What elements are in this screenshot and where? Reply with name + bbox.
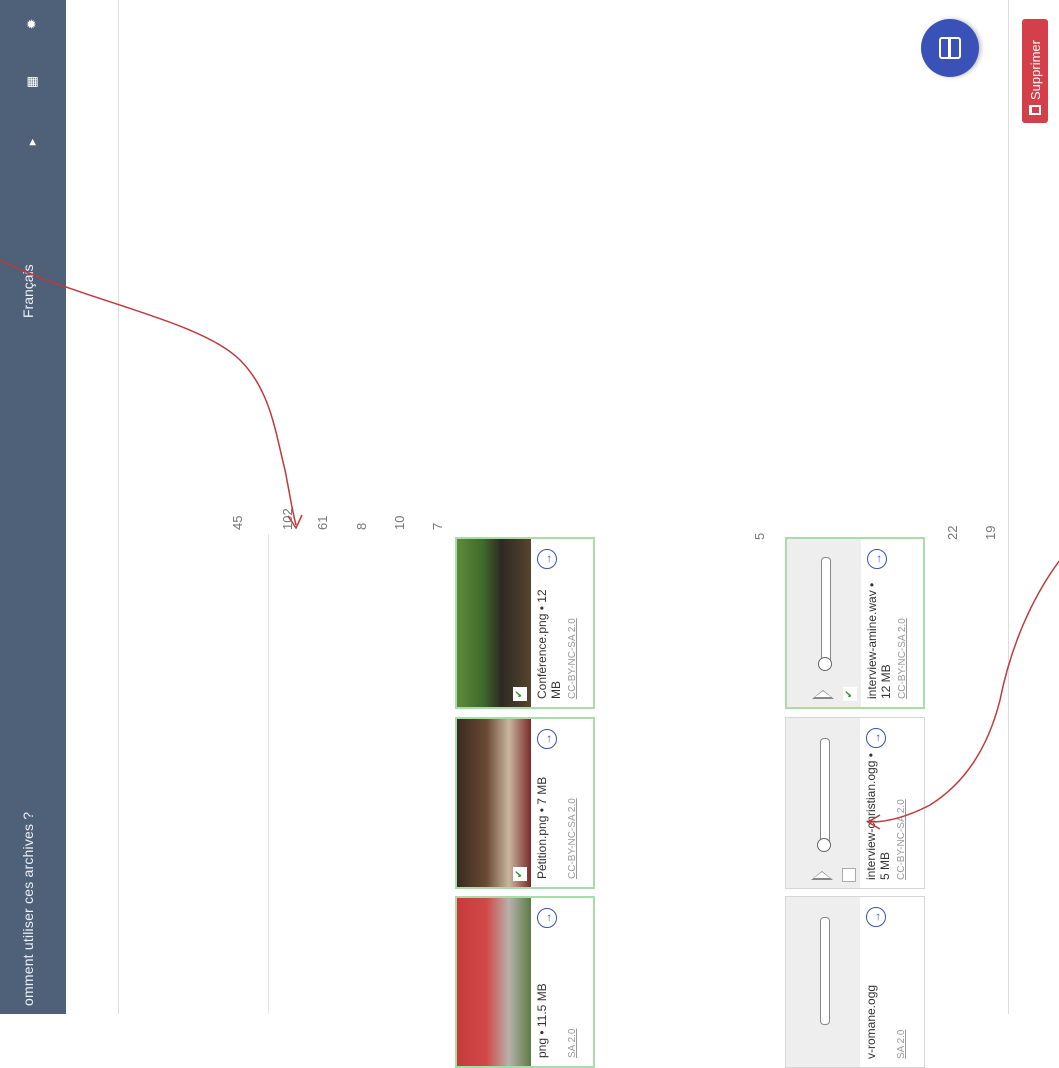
audio-progress-bar[interactable]	[820, 917, 830, 1025]
grid-icon[interactable]: ▦	[24, 74, 40, 90]
file-name: png • 11.5 MB	[535, 983, 549, 1058]
play-icon[interactable]	[812, 690, 834, 699]
language-selector[interactable]: Français	[20, 264, 36, 318]
license-link[interactable]: CC-BY-NC-SA 2.0	[567, 798, 578, 879]
image-card[interactable]: png • 11.5 MB SA 2.0 →	[455, 896, 595, 1068]
count-item: 61	[315, 515, 330, 530]
open-arrow-icon[interactable]: →	[867, 549, 887, 569]
checkbox[interactable]: ✔	[513, 867, 527, 881]
checkbox[interactable]: ✔	[513, 687, 527, 701]
panel-divider	[1008, 0, 1009, 1014]
trash-icon	[1029, 105, 1041, 115]
count-item: 22	[945, 525, 960, 540]
count-item: 7	[430, 522, 445, 530]
chevron-right-icon[interactable]: ▸	[24, 134, 40, 150]
layout-toggle-button[interactable]	[921, 19, 979, 77]
audio-card[interactable]: interview-christian.ogg • 5 MB CC-BY-NC-…	[785, 717, 925, 889]
layout-toggle-icon	[939, 37, 961, 59]
count-item: 45	[230, 515, 245, 530]
navbar: omment utiliser ces archives ? Français …	[0, 0, 66, 1014]
play-icon[interactable]	[811, 871, 833, 880]
license-link[interactable]: SA 2.0	[567, 1029, 578, 1058]
open-arrow-icon[interactable]: →	[537, 729, 557, 749]
count-item: 8	[354, 522, 369, 530]
panel-divider	[118, 0, 119, 1014]
audio-progress-knob[interactable]	[817, 838, 831, 852]
audio-card[interactable]: ✔ interview-amine.wav • 12 MB CC-BY-NC-S…	[785, 537, 925, 709]
audio-player[interactable]	[787, 539, 861, 707]
row-divider	[268, 534, 269, 1014]
help-link[interactable]: omment utiliser ces archives ?	[20, 812, 36, 1006]
image-card[interactable]: ✔ Pétition.png • 7 MB CC-BY-NC-SA 2.0 →	[455, 717, 595, 889]
audio-card[interactable]: v-romane.ogg SA 2.0 →	[785, 896, 925, 1068]
audio-progress-bar[interactable]	[821, 557, 831, 665]
thumbnail-image	[457, 898, 531, 1066]
count-item: 19	[983, 525, 998, 540]
file-name: Conférence.png • 12 MB	[535, 589, 563, 699]
checkbox[interactable]	[842, 868, 856, 882]
audio-player[interactable]	[786, 897, 860, 1067]
thumbnail-image	[457, 719, 531, 887]
thumbnail-image	[457, 539, 531, 707]
delete-label: Supprimer	[1027, 40, 1043, 100]
file-name: interview-christian.ogg • 5 MB	[864, 753, 892, 880]
count-item: 10	[392, 515, 407, 530]
open-arrow-icon[interactable]: →	[866, 907, 886, 927]
open-arrow-icon[interactable]: →	[866, 728, 886, 748]
license-link[interactable]: CC-BY-NC-SA 2.0	[567, 618, 578, 699]
count-item: 5	[752, 532, 767, 540]
image-card[interactable]: ✔ Conférence.png • 12 MB CC-BY-NC-SA 2.0…	[455, 537, 595, 709]
license-link[interactable]: CC-BY-NC-SA 2.0	[896, 799, 907, 880]
license-link[interactable]: SA 2.0	[896, 1030, 907, 1059]
audio-progress-bar[interactable]	[820, 738, 830, 846]
audio-player[interactable]	[786, 718, 860, 888]
file-name: v-romane.ogg	[864, 984, 878, 1059]
checkbox[interactable]: ✔	[843, 687, 857, 701]
license-link[interactable]: CC-BY-NC-SA 2.0	[897, 618, 908, 699]
gear-icon[interactable]: ✹	[24, 16, 40, 32]
delete-button[interactable]: Supprimer	[1022, 19, 1048, 123]
open-arrow-icon[interactable]: →	[537, 908, 557, 928]
file-name: interview-amine.wav • 12 MB	[865, 582, 893, 699]
rotated-page: omment utiliser ces archives ? Français …	[0, 0, 1059, 1068]
audio-progress-knob[interactable]	[818, 657, 832, 671]
file-name: Pétition.png • 7 MB	[535, 776, 549, 879]
open-arrow-icon[interactable]: →	[537, 549, 557, 569]
count-item: 102	[280, 508, 295, 530]
